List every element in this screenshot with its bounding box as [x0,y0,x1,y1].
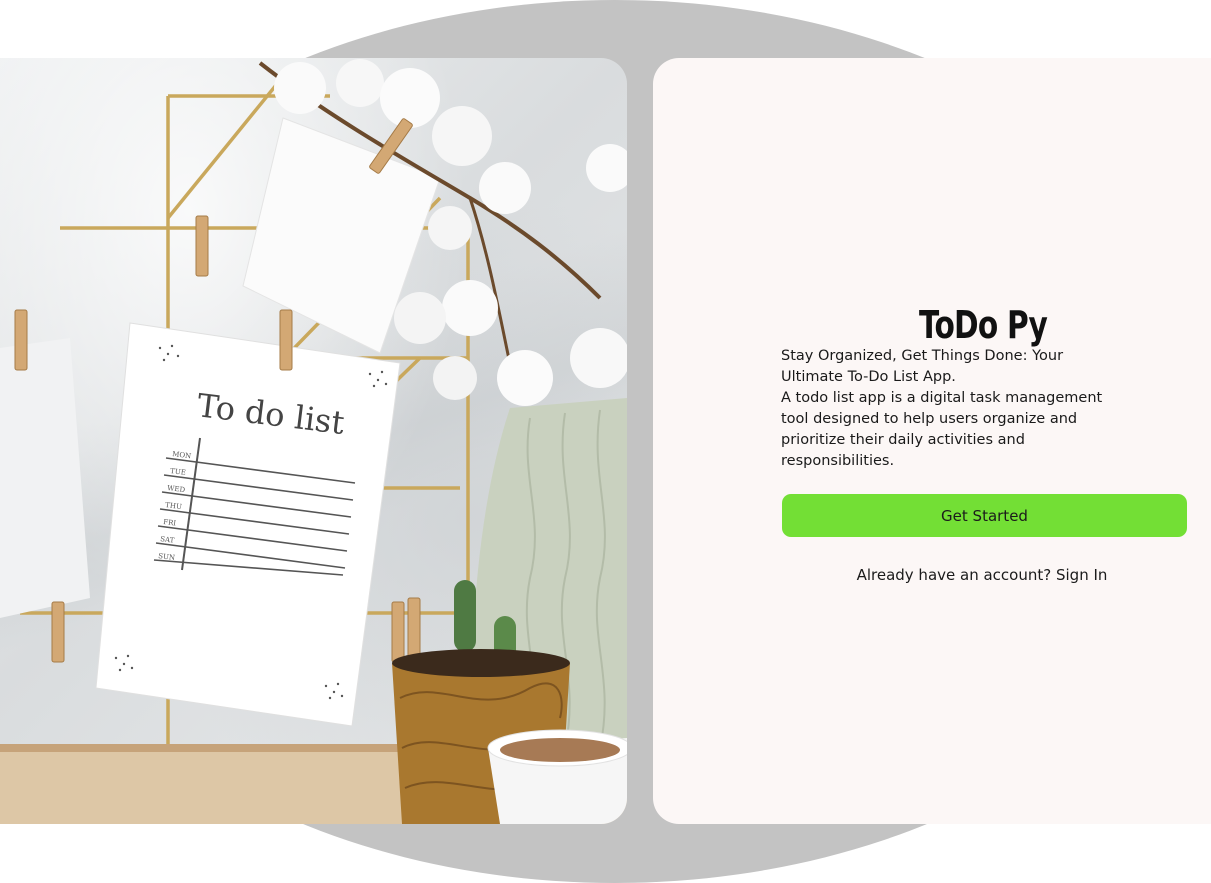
signin-row: Already have an account? Sign In [782,566,1182,584]
app-title: ToDo Py [918,303,1048,348]
paper-left [0,338,90,618]
description-text: A todo list app is a digital task manage… [781,390,1103,469]
landing-card: ToDo Py Stay Organized, Get Things Done:… [653,58,1211,824]
todo-list-illustration: To do list MON TUE WED THU FRI SAT SUN [0,59,627,824]
hero-description: Stay Organized, Get Things Done: Your Ul… [781,346,1126,472]
hero-image: To do list MON TUE WED THU FRI SAT SUN [0,58,627,824]
day-label: FRI [163,518,177,528]
signin-prompt: Already have an account? [856,566,1052,584]
tagline: Stay Organized, Get Things Done: Your Ul… [781,348,1064,385]
todo-note: To do list MON TUE WED THU FRI SAT SUN [95,322,401,727]
sign-in-link[interactable]: Sign In [1056,566,1107,584]
get-started-button[interactable]: Get Started [782,494,1187,537]
coffee-cup [487,729,627,824]
